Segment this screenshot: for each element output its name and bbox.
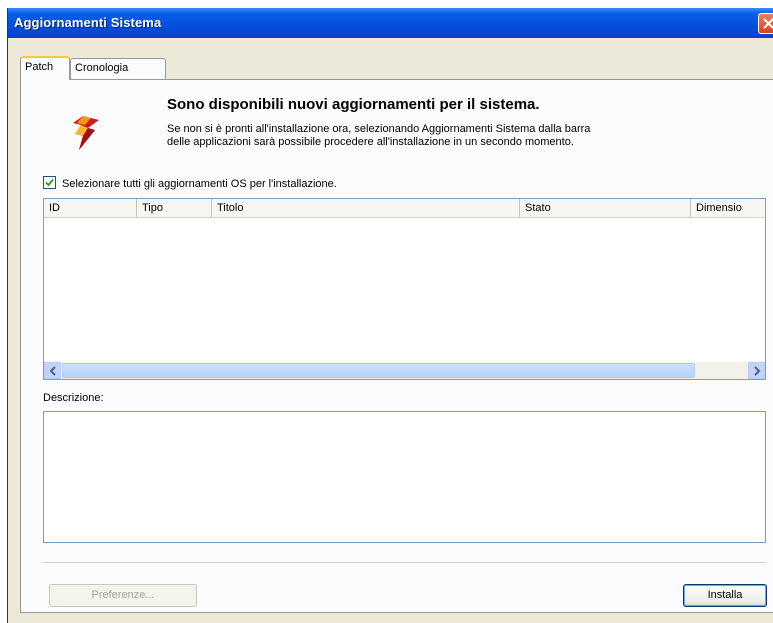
description-box[interactable] bbox=[43, 411, 766, 543]
separator bbox=[43, 562, 766, 564]
column-header-tipo[interactable]: Tipo bbox=[137, 199, 212, 217]
close-icon bbox=[763, 18, 773, 29]
column-header-id[interactable]: ID bbox=[44, 199, 137, 217]
preferences-button[interactable]: Preferenze... bbox=[49, 584, 197, 607]
updates-table[interactable]: ID Tipo Titolo Stato Dimensio bbox=[43, 198, 766, 380]
description-label: Descrizione: bbox=[43, 392, 104, 404]
column-header-titolo[interactable]: Titolo bbox=[212, 199, 520, 217]
column-header-dimensione[interactable]: Dimensio bbox=[691, 199, 765, 217]
update-dialog-window: Aggiornamenti Sistema Patch Cronologia S… bbox=[7, 8, 773, 623]
checkmark-icon bbox=[45, 178, 54, 187]
red-update-icon bbox=[71, 116, 101, 153]
column-header-stato[interactable]: Stato bbox=[520, 199, 691, 217]
scroll-thumb[interactable] bbox=[62, 363, 695, 378]
close-button[interactable] bbox=[758, 13, 773, 34]
chevron-right-icon bbox=[754, 366, 761, 376]
tab-patch[interactable]: Patch bbox=[20, 56, 70, 80]
horizontal-scrollbar[interactable] bbox=[44, 362, 765, 379]
table-header: ID Tipo Titolo Stato Dimensio bbox=[44, 199, 765, 218]
headline: Sono disponibili nuovi aggiornamenti per… bbox=[167, 96, 540, 113]
install-button[interactable]: Installa bbox=[683, 584, 767, 607]
chevron-left-icon bbox=[49, 366, 56, 376]
scroll-right-button[interactable] bbox=[748, 362, 765, 379]
tab-cronologia[interactable]: Cronologia bbox=[70, 58, 166, 79]
scroll-left-button[interactable] bbox=[44, 362, 61, 379]
info-line-2: delle applicazioni sarà possibile proced… bbox=[167, 136, 574, 148]
select-all-label: Selezionare tutti gli aggiornamenti OS p… bbox=[62, 178, 337, 190]
window-title: Aggiornamenti Sistema bbox=[14, 15, 162, 30]
patch-tab-panel: Sono disponibili nuovi aggiornamenti per… bbox=[20, 79, 773, 613]
select-all-checkbox[interactable] bbox=[43, 176, 56, 189]
title-bar[interactable]: Aggiornamenti Sistema bbox=[8, 8, 773, 38]
info-text: Se non si è pronti all'installazione ora… bbox=[167, 123, 687, 149]
info-line-1: Se non si è pronti all'installazione ora… bbox=[167, 123, 591, 135]
select-all-row: Selezionare tutti gli aggiornamenti OS p… bbox=[43, 176, 337, 190]
